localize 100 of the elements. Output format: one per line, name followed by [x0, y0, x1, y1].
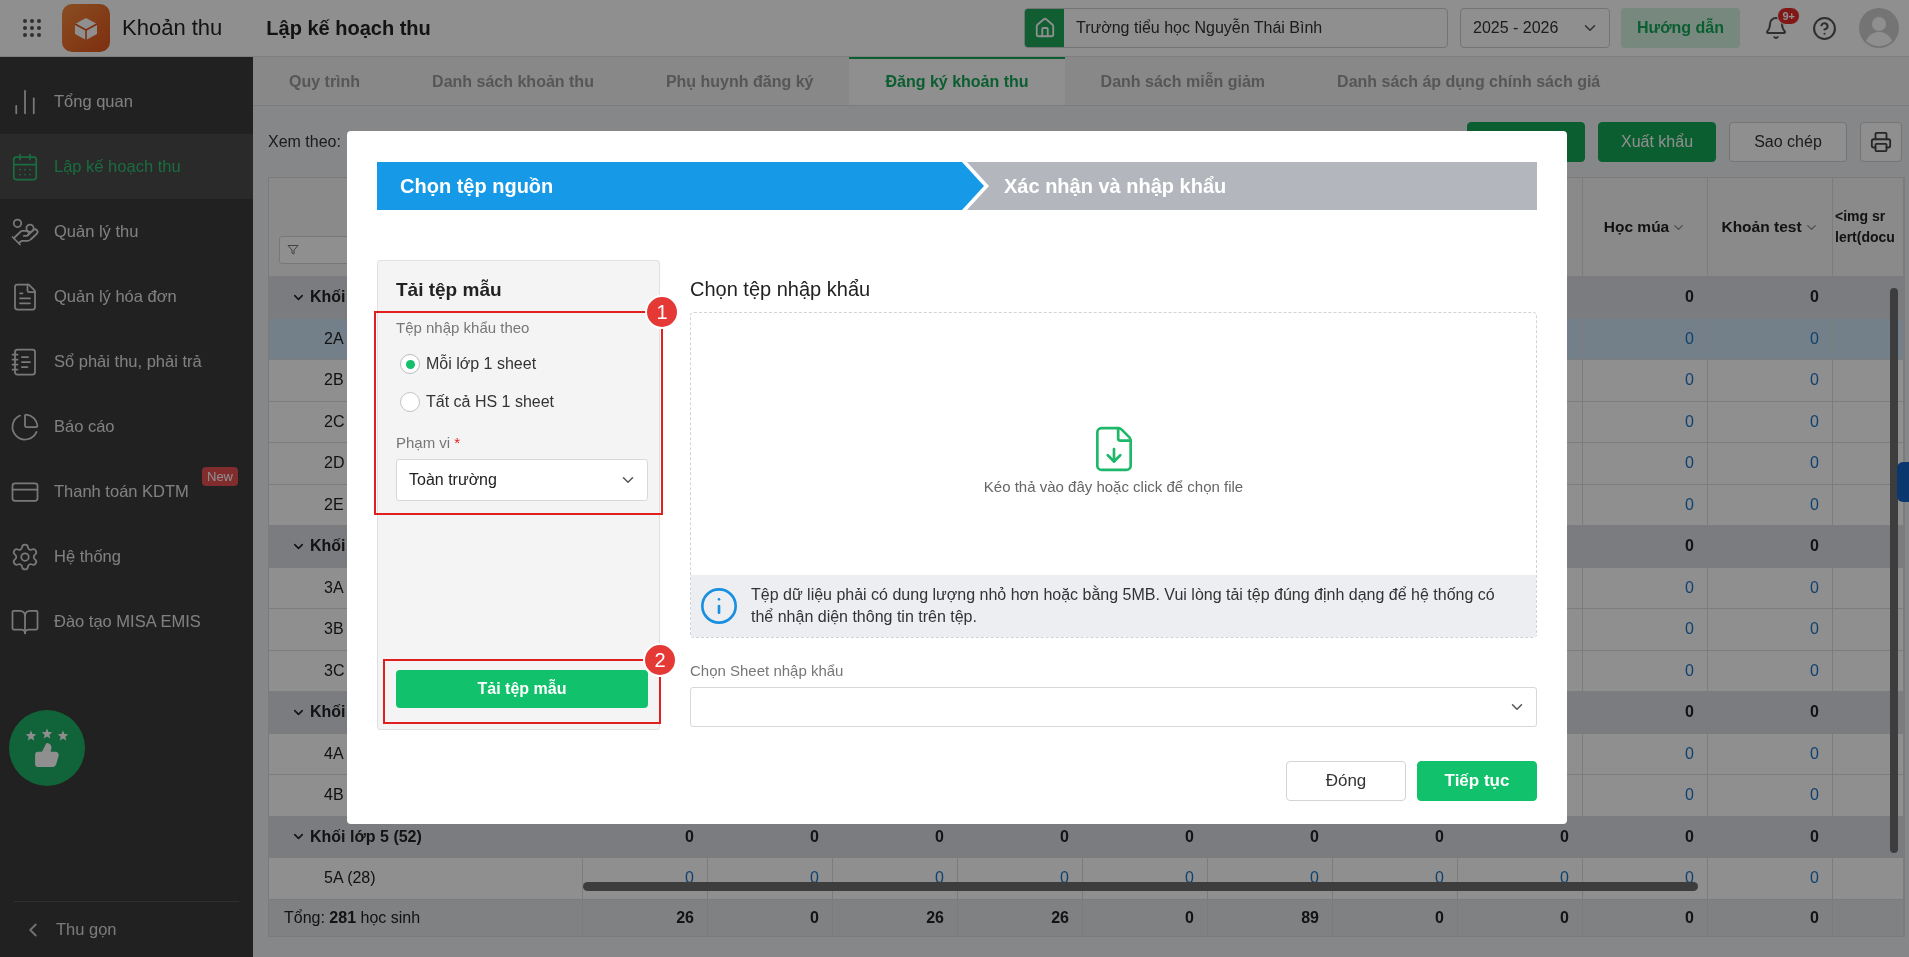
- table-cell: 0: [1708, 775, 1833, 817]
- row-label: Khối: [310, 703, 346, 722]
- required-mark: *: [454, 434, 461, 451]
- pie-chart-icon: [10, 411, 40, 442]
- sidebar-item[interactable]: Quản lý thu: [0, 199, 253, 264]
- filter-icon: [287, 244, 299, 256]
- row-label: 5A (28): [324, 869, 376, 888]
- column-title[interactable]: Học múa: [1603, 218, 1670, 236]
- school-name: Trường tiểu học Nguyễn Thái Bình: [1075, 19, 1323, 37]
- close-button[interactable]: Đóng: [1286, 761, 1406, 801]
- table-cell: 0: [1708, 443, 1833, 485]
- info-icon: [699, 586, 739, 626]
- table-cell: 0: [1708, 899, 1833, 936]
- view-by-label: Xem theo:: [268, 132, 341, 151]
- table-cell: 0: [1333, 899, 1458, 936]
- row-label: Khối: [310, 288, 346, 307]
- table-cell: 0: [1583, 277, 1708, 319]
- printer-icon: [1870, 130, 1892, 153]
- download-template-button[interactable]: Tải tệp mẫu: [396, 670, 648, 708]
- radio-button[interactable]: [400, 354, 420, 374]
- sidebar-item[interactable]: Thanh toán KDTM New: [0, 459, 253, 524]
- school-select[interactable]: Trường tiểu học Nguyễn Thái Bình: [1024, 8, 1448, 48]
- table-cell: 0: [1458, 899, 1583, 936]
- table-cell: 26: [958, 899, 1083, 936]
- row-label: 2E: [324, 495, 344, 514]
- field-label: Chọn Sheet nhập khẩu: [690, 662, 845, 679]
- row-label: Khối lớp 5 (52): [310, 827, 422, 846]
- row-label: 2C: [324, 412, 345, 431]
- scrollbar[interactable]: [583, 882, 1698, 891]
- print-button[interactable]: [1860, 121, 1902, 162]
- column-title[interactable]: Khoản test: [1721, 218, 1802, 236]
- toolbar-button[interactable]: Xuất khẩu: [1598, 121, 1716, 162]
- column-title: lert(docu: [1835, 228, 1895, 247]
- sidebar-item[interactable]: Sổ phải thu, phải trả: [0, 329, 253, 394]
- sidebar-item[interactable]: Hệ thống: [0, 524, 253, 589]
- table-cell: 0: [1583, 899, 1708, 936]
- table-cell: 0: [708, 899, 833, 936]
- radio-label[interactable]: Tất cả HS 1 sheet: [426, 393, 555, 411]
- drop-hint: Kéo thả vào đây hoặc click để chọn file: [983, 477, 1244, 495]
- total-label: Tổng: 281 học sinh: [269, 899, 583, 936]
- settings-icon: [10, 541, 40, 572]
- table-cell: 26: [583, 899, 708, 936]
- page-title: Lập kế hoạch thu: [266, 16, 431, 40]
- new-badge: New: [202, 467, 238, 486]
- table-cell: 0: [1583, 526, 1708, 568]
- sidebar-item[interactable]: Tổng quan: [0, 69, 253, 134]
- field-label: Phạm vi: [396, 434, 451, 451]
- row-label: 4B: [324, 786, 344, 805]
- scope-select[interactable]: Toàn trường: [396, 459, 648, 501]
- callout-number: 2: [643, 643, 677, 677]
- section-title: Chọn tệp nhập khẩu: [690, 278, 872, 302]
- row-label: 2A: [324, 329, 344, 348]
- table-cell: 0: [1708, 277, 1833, 319]
- table-cell: 0: [1708, 360, 1833, 402]
- table-cell: 0: [1083, 899, 1208, 936]
- file-drop-zone[interactable]: Kéo thả vào đây hoặc click để chọn file Tệp dữ liệu phải có dung lượng nhỏ hơn hoặc bằng 5MB. Vui lòng tải tệp đúng định dạng để hệ thống có thể nhận diện thông tin trên tệp.: [690, 312, 1537, 638]
- continue-button[interactable]: Tiếp tục: [1417, 761, 1537, 801]
- row-label: 2D: [324, 454, 345, 473]
- collapse-button[interactable]: Thu gọn: [14, 901, 239, 957]
- sidebar-item[interactable]: Đào tạo MISA EMIS: [0, 589, 253, 654]
- table-cell: 0: [1708, 609, 1833, 651]
- home-icon: [1033, 17, 1056, 39]
- callout-number: 1: [645, 295, 679, 329]
- apps-menu-icon[interactable]: [20, 16, 44, 40]
- scrollbar[interactable]: [1890, 288, 1898, 853]
- wizard-step: Xác nhận và nhập khẩu: [967, 162, 1537, 210]
- guide-button[interactable]: Hướng dẫn: [1621, 8, 1740, 48]
- column-title: <img sr: [1835, 207, 1886, 226]
- toolbar-button[interactable]: Sao chép: [1729, 121, 1847, 162]
- row-label: Khối: [310, 537, 346, 556]
- field-label: Tệp nhập khẩu theo: [396, 319, 531, 336]
- wizard-step: Chọn tệp nguồn: [377, 162, 984, 210]
- year-select[interactable]: 2025 - 2026: [1460, 8, 1610, 48]
- table-cell: 0: [1708, 526, 1833, 568]
- row-label: 2B: [324, 371, 344, 390]
- radio-button[interactable]: [400, 392, 420, 412]
- tab[interactable]: Đăng ký khoản thu: [849, 57, 1065, 105]
- sidebar-item[interactable]: Báo cáo: [0, 394, 253, 459]
- table-cell: 26: [833, 899, 958, 936]
- radio-label[interactable]: Mỗi lớp 1 sheet: [426, 355, 537, 373]
- row-label: 3B: [324, 620, 344, 639]
- row-label: 4A: [324, 744, 344, 763]
- hand-coins-icon: [10, 216, 40, 247]
- row-label: 3C: [324, 661, 345, 680]
- side-panel-handle[interactable]: [1897, 462, 1909, 502]
- table-cell: 0: [1583, 692, 1708, 734]
- panel-title: Tải tệp mẫu: [395, 278, 503, 301]
- info-text: Tệp dữ liệu phải có dung lượng nhỏ hơn hoặc bằng 5MB. Vui lòng tải tệp đúng định dạng để hệ thống có thể nhận diện thông tin trên tệp.: [751, 584, 1496, 627]
- sidebar-item[interactable]: Lập kế hoạch thu: [0, 134, 253, 199]
- table-cell: 0: [1583, 443, 1708, 485]
- app-title: Khoản thu: [122, 15, 223, 41]
- table-cell: 0: [1583, 360, 1708, 402]
- app-logo: [62, 4, 110, 52]
- table-cell: 0: [1583, 775, 1708, 817]
- calendar-icon: [10, 151, 40, 182]
- table-cell: 0: [1708, 858, 1833, 900]
- help-icon[interactable]: [1812, 15, 1837, 41]
- sidebar-item[interactable]: Quản lý hóa đơn: [0, 264, 253, 329]
- table-cell: 0: [1583, 609, 1708, 651]
- table-cell: 0: [1708, 692, 1833, 734]
